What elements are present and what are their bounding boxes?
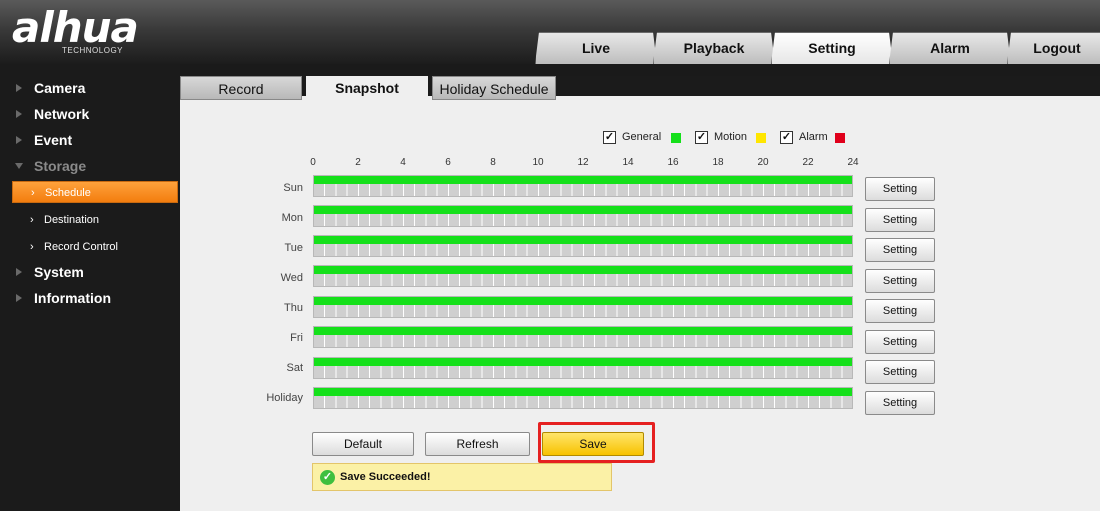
nav-tab-playback[interactable]: Playback	[653, 32, 775, 64]
checkbox-alarm[interactable]: ✓	[780, 131, 793, 144]
triangle-right-icon	[16, 136, 22, 144]
schedule-row-sun[interactable]	[313, 175, 853, 197]
nav-tab-logout[interactable]: Logout	[1007, 32, 1100, 64]
hour-label: 2	[355, 157, 361, 168]
hour-label: 20	[757, 157, 769, 168]
triangle-right-icon	[16, 110, 22, 118]
triangle-right-icon	[16, 268, 22, 276]
day-label-fri: Fri	[290, 332, 303, 344]
setting-button-tue[interactable]: Setting	[865, 238, 935, 262]
save-highlight-frame	[538, 422, 655, 463]
hour-label: 18	[712, 157, 724, 168]
hour-label: 4	[400, 157, 406, 168]
nav-tab-setting[interactable]: Setting	[771, 32, 893, 64]
subtab-record[interactable]: Record	[180, 76, 302, 100]
general-period-bar	[314, 176, 852, 184]
general-period-bar	[314, 297, 852, 305]
chevron-right-icon: ›	[30, 241, 34, 253]
brand-logo-subtitle: TECHNOLOGY	[62, 46, 124, 55]
schedule-row-thu[interactable]	[313, 296, 853, 318]
setting-button-mon[interactable]: Setting	[865, 208, 935, 232]
legend-general[interactable]: ✓ General	[603, 131, 683, 145]
subtab-snapshot[interactable]: Snapshot	[306, 76, 428, 104]
nav-tab-alarm[interactable]: Alarm	[889, 32, 1011, 64]
color-swatch-general	[671, 133, 681, 143]
general-period-bar	[314, 206, 852, 214]
triangle-right-icon	[16, 294, 22, 302]
color-swatch-motion	[756, 133, 766, 143]
subtab-holiday-schedule[interactable]: Holiday Schedule	[432, 76, 556, 100]
day-label-wed: Wed	[280, 272, 303, 284]
sidebar	[0, 64, 180, 511]
setting-button-wed[interactable]: Setting	[865, 269, 935, 293]
setting-button-sat[interactable]: Setting	[865, 360, 935, 384]
setting-button-holiday[interactable]: Setting	[865, 391, 935, 415]
refresh-button[interactable]: Refresh	[425, 432, 530, 456]
hour-label: 0	[310, 157, 316, 168]
hour-label: 10	[532, 157, 544, 168]
default-button[interactable]: Default	[312, 432, 414, 456]
day-label-mon: Mon	[281, 212, 303, 224]
triangle-down-icon	[15, 163, 23, 169]
schedule-row-holiday[interactable]	[313, 387, 853, 409]
day-label-holiday: Holiday	[266, 392, 303, 404]
status-message: ✓ Save Succeeded!	[312, 463, 612, 491]
legend-motion[interactable]: ✓ Motion	[695, 131, 775, 145]
checkbox-motion[interactable]: ✓	[695, 131, 708, 144]
day-label-tue: Tue	[284, 242, 303, 254]
schedule-row-tue[interactable]	[313, 235, 853, 257]
hour-label: 6	[445, 157, 451, 168]
chevron-right-icon: ›	[31, 187, 35, 199]
setting-button-fri[interactable]: Setting	[865, 330, 935, 354]
general-period-bar	[314, 266, 852, 274]
hour-label: 12	[577, 157, 589, 168]
day-label-thu: Thu	[284, 302, 303, 314]
check-circle-icon: ✓	[320, 470, 335, 485]
schedule-row-sat[interactable]	[313, 357, 853, 379]
chevron-right-icon: ›	[30, 214, 34, 226]
hour-label: 24	[847, 157, 859, 168]
sidebar-subitem-destination[interactable]: › Destination	[12, 209, 178, 231]
setting-button-thu[interactable]: Setting	[865, 299, 935, 323]
brand-logo: alhua	[12, 3, 139, 52]
color-swatch-alarm	[835, 133, 845, 143]
sidebar-subitem-record-control[interactable]: › Record Control	[12, 236, 178, 258]
sidebar-subitem-schedule[interactable]: › Schedule	[12, 181, 178, 203]
hour-label: 14	[622, 157, 634, 168]
schedule-row-wed[interactable]	[313, 265, 853, 287]
setting-button-sun[interactable]: Setting	[865, 177, 935, 201]
nav-tab-live[interactable]: Live	[535, 32, 657, 64]
general-period-bar	[314, 388, 852, 396]
general-period-bar	[314, 358, 852, 366]
general-period-bar	[314, 327, 852, 335]
checkbox-general[interactable]: ✓	[603, 131, 616, 144]
hour-label: 8	[490, 157, 496, 168]
legend-alarm[interactable]: ✓ Alarm	[780, 131, 860, 145]
day-label-sun: Sun	[283, 182, 303, 194]
day-label-sat: Sat	[286, 362, 303, 374]
hour-label: 16	[667, 157, 679, 168]
app-header: alhua TECHNOLOGY Live Playback Setting A…	[0, 0, 1100, 64]
hour-label: 22	[802, 157, 814, 168]
schedule-row-mon[interactable]	[313, 205, 853, 227]
general-period-bar	[314, 236, 852, 244]
triangle-right-icon	[16, 84, 22, 92]
schedule-row-fri[interactable]	[313, 326, 853, 348]
